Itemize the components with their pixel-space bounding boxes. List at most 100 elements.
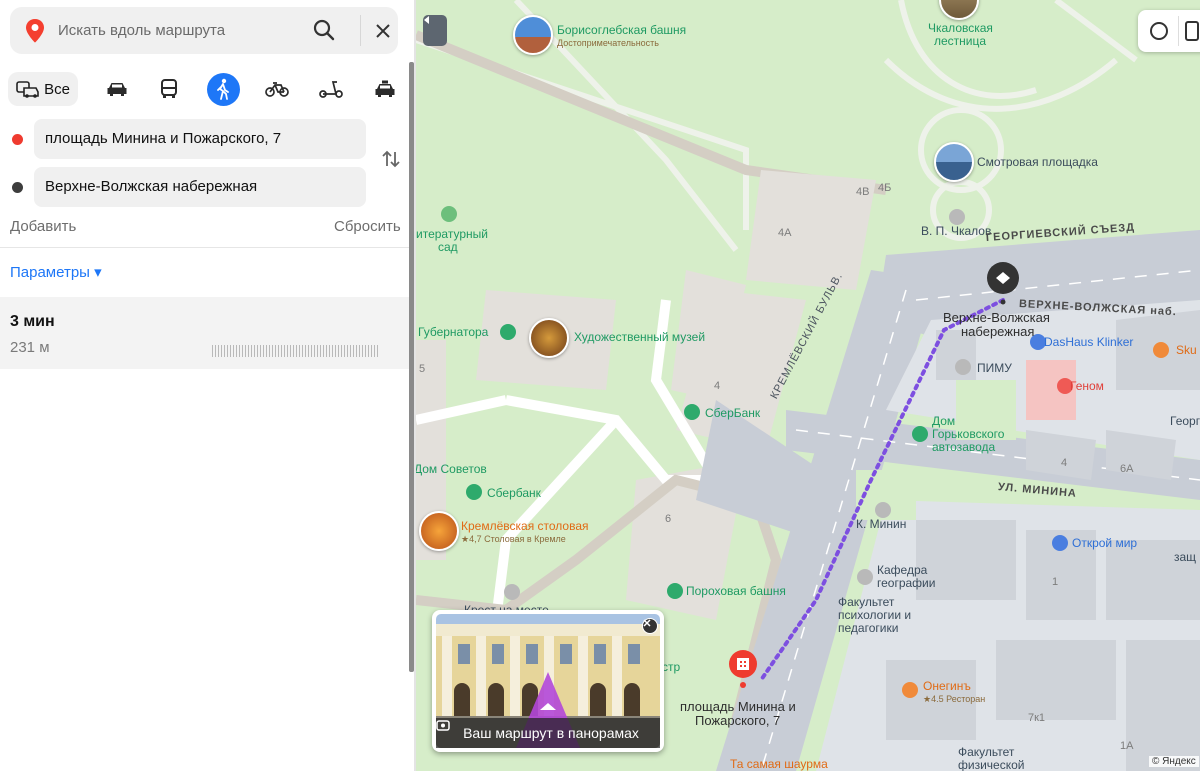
map-controls	[1138, 10, 1200, 52]
add-point-button[interactable]: Добавить	[10, 218, 76, 235]
all-modes-icon	[16, 81, 39, 98]
layers-icon[interactable]	[1148, 20, 1170, 42]
divider	[0, 247, 410, 248]
borisoglebsk-label: Борисоглебская башня	[557, 23, 687, 37]
destination-label-2: набережная	[961, 324, 1035, 339]
separator	[360, 15, 361, 46]
genom-label: Геном	[1070, 379, 1104, 393]
mode-bus-button[interactable]	[154, 72, 184, 106]
house-number: 4В	[856, 186, 870, 198]
to-field[interactable]: Верхне-Волжская набережная	[34, 167, 366, 207]
georg-partial-label: Георг	[1170, 414, 1200, 428]
mode-scooter-button[interactable]	[316, 72, 346, 106]
panorama-preview[interactable]: Ваш маршрут в панорамах	[432, 610, 664, 752]
zash-partial-label: защ	[1174, 550, 1197, 564]
house-number: 6А	[1120, 463, 1134, 475]
sku-label: Sku	[1176, 343, 1197, 357]
car-icon	[107, 83, 127, 96]
geo-label-2: географии	[877, 576, 936, 590]
otkroy-label: Открой мир	[1072, 536, 1138, 550]
app-window: Искать вдоль маршрута Все площадь Минина…	[0, 0, 1200, 771]
onegin-sub: ★4.5 Ресторан	[923, 694, 986, 704]
fak-phys-label-2: физической	[958, 758, 1025, 771]
house-number: 4	[1061, 457, 1068, 469]
bike-icon	[265, 82, 289, 97]
building	[1126, 640, 1200, 771]
house-number: 4	[714, 380, 721, 392]
house-number: 1	[1052, 576, 1059, 588]
chevron-left-icon	[424, 16, 429, 24]
taxi-icon	[375, 80, 395, 97]
mode-walk-button[interactable]	[206, 72, 240, 106]
from-field[interactable]: площадь Минина и Пожарского, 7	[34, 119, 366, 159]
start-dot	[12, 134, 23, 145]
house-number: 7к1	[1028, 712, 1046, 724]
house-number: 4А	[778, 227, 792, 239]
route-time: 3 мин	[10, 313, 55, 330]
close-panorama-button[interactable]	[642, 618, 658, 634]
route-point-from: площадь Минина и Пожарского, 7	[0, 119, 410, 159]
panorama-caption-text: Ваш маршрут в панорамах	[463, 725, 639, 741]
mode-taxi-button[interactable]	[370, 72, 400, 106]
parameters-dropdown[interactable]: Параметры ▾	[10, 263, 102, 281]
kremlin-canteen-sub: ★4,7 Столовая в Кремле	[461, 534, 566, 544]
route-option[interactable]: 3 мин 231 м	[0, 297, 410, 369]
start-label-2: Пожарского, 7	[695, 713, 781, 728]
walk-icon	[217, 78, 229, 100]
onegin-label: Онегинъ	[923, 679, 971, 693]
sberbank-label-1: СберБанк	[705, 406, 761, 420]
panorama-icon[interactable]	[1184, 20, 1200, 42]
start-label-1: площадь Минина и	[680, 699, 796, 714]
reset-button[interactable]: Сбросить	[334, 218, 401, 235]
k-minin-label: К. Минин	[856, 517, 907, 531]
panorama-caption[interactable]: Ваш маршрут в панорамах	[436, 718, 660, 748]
borisoglebsk-photo[interactable]	[513, 15, 553, 55]
powder-tower-label: Пороховая башня	[686, 584, 786, 598]
to-value: Верхне-Волжская набережная	[45, 178, 258, 195]
close-icon[interactable]	[372, 20, 394, 42]
search-icon[interactable]	[312, 18, 336, 42]
house-number: 1А	[1120, 740, 1134, 752]
bus-icon	[161, 79, 177, 98]
end-dot	[12, 182, 23, 193]
search-along-route[interactable]: Искать вдоль маршрута	[10, 7, 398, 54]
mode-all-button[interactable]: Все	[8, 72, 78, 106]
destination-label-1: Верхне-Волжская	[943, 310, 1050, 325]
collapse-panel-button[interactable]	[423, 15, 447, 46]
location-pin-icon	[26, 19, 44, 43]
house-number: 4Б	[878, 182, 892, 194]
mode-all-label: Все	[44, 80, 70, 98]
str-partial-label: стр	[662, 660, 681, 674]
sberbank-label-2: Сбербанк	[487, 486, 541, 500]
viewpoint-photo[interactable]	[934, 142, 974, 182]
lit-garden-label-2: сад	[438, 240, 458, 254]
copyright[interactable]: © Яндекс	[1149, 756, 1199, 767]
borisoglebsk-sub: Достопримечательность	[557, 38, 659, 48]
chkalov-stairs-label-2: лестница	[934, 34, 987, 48]
house-number: 5	[419, 363, 426, 375]
search-input[interactable]: Искать вдоль маршрута	[58, 22, 225, 39]
walk-selected	[206, 72, 240, 106]
art-museum-photo[interactable]	[529, 318, 569, 358]
route-point-to: Верхне-Волжская набережная	[0, 167, 410, 207]
kremlin-canteen-photo[interactable]	[419, 511, 459, 551]
panorama-icon	[436, 720, 450, 731]
dom-sovetov-label: Дом Советов	[416, 462, 487, 476]
from-value: площадь Минина и Пожарского, 7	[45, 130, 282, 147]
map[interactable]: Борисоглебская башня Достопримечательнос…	[416, 0, 1200, 771]
mode-car-button[interactable]	[102, 72, 132, 106]
mode-bike-button[interactable]	[262, 72, 292, 106]
art-museum-label: Художественный музей	[574, 330, 706, 344]
route-profile-bar	[212, 345, 380, 357]
swap-icon[interactable]	[380, 148, 402, 170]
close-icon	[643, 619, 651, 627]
shaurma-label: Та самая шаурма	[730, 757, 828, 771]
separator	[1178, 16, 1179, 46]
viewpoint-label: Смотровая площадка	[977, 155, 1098, 169]
transport-modes: Все	[8, 72, 404, 106]
kremlin-canteen-label: Кремлёвская столовая	[461, 519, 589, 533]
scooter-icon	[319, 81, 343, 98]
dom-gaz-label-3: автозавода	[932, 440, 996, 454]
dashaus-label: DasHaus Klinker	[1044, 335, 1134, 349]
governor-label: Губернатора	[418, 325, 489, 339]
